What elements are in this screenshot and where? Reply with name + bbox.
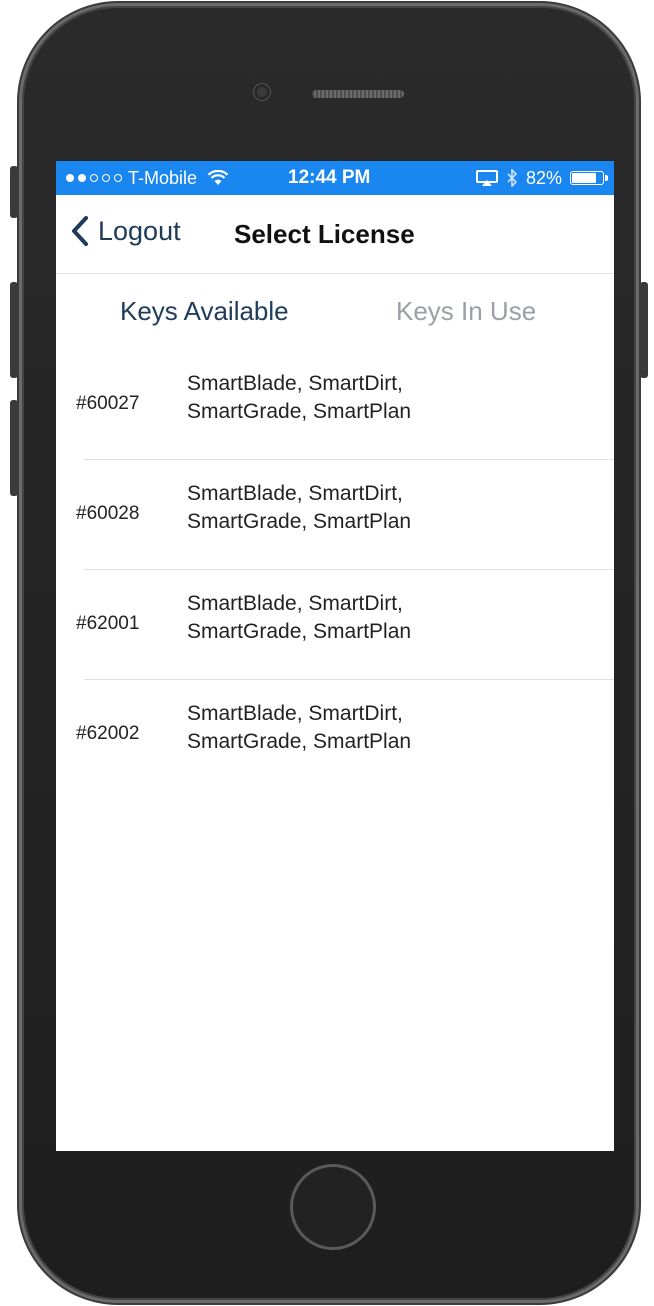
tab-keys-available[interactable]: Keys Available	[120, 296, 289, 327]
modules-line: SmartBlade, SmartDirt,	[187, 482, 403, 505]
signal-dot-icon	[78, 174, 86, 182]
modules-line: SmartGrade, SmartPlan	[187, 730, 412, 753]
airplay-icon	[475, 170, 498, 186]
license-modules: SmartBlade, SmartDirt, SmartGrade, Smart…	[187, 480, 411, 536]
front-camera	[254, 84, 270, 100]
power-button	[640, 282, 648, 378]
license-key: #60028	[76, 503, 140, 524]
license-modules: SmartBlade, SmartDirt, SmartGrade, Smart…	[187, 370, 411, 426]
bluetooth-icon	[507, 169, 518, 187]
volume-up-button	[10, 282, 18, 378]
modules-line: SmartGrade, SmartPlan	[187, 400, 412, 423]
chevron-left-icon	[72, 216, 88, 246]
battery-icon	[570, 171, 608, 185]
segmented-tabs: Keys Available Keys In Use	[56, 274, 614, 350]
mute-switch	[10, 166, 18, 218]
license-row[interactable]: #60028 SmartBlade, SmartDirt, SmartGrade…	[56, 460, 614, 570]
modules-line: SmartBlade, SmartDirt,	[187, 372, 403, 395]
license-key: #60027	[76, 393, 140, 414]
back-label: Logout	[98, 215, 181, 246]
earpiece-speaker	[312, 90, 404, 98]
app-screen: T-Mobile 12:44 PM 82% Logout Select Lice…	[56, 161, 614, 1151]
license-key: #62002	[76, 723, 140, 744]
signal-dot-icon	[102, 174, 110, 182]
license-row[interactable]: #62002 SmartBlade, SmartDirt, SmartGrade…	[56, 680, 614, 790]
battery-percent: 82%	[525, 167, 562, 188]
license-row[interactable]: #60027 SmartBlade, SmartDirt, SmartGrade…	[56, 350, 614, 460]
status-time: 12:44 PM	[288, 167, 371, 188]
home-button[interactable]	[290, 1164, 376, 1250]
license-list: #60027 SmartBlade, SmartDirt, SmartGrade…	[56, 350, 614, 790]
tab-keys-in-use[interactable]: Keys In Use	[396, 296, 536, 327]
license-row[interactable]: #62001 SmartBlade, SmartDirt, SmartGrade…	[56, 570, 614, 680]
signal-dot-icon	[114, 174, 122, 182]
wifi-icon	[207, 170, 229, 185]
page-title: Select License	[234, 219, 415, 249]
modules-line: SmartBlade, SmartDirt,	[187, 592, 403, 615]
modules-line: SmartGrade, SmartPlan	[187, 510, 412, 533]
license-key: #62001	[76, 613, 140, 634]
status-right-icons: 82%	[475, 167, 608, 189]
volume-down-button	[10, 400, 18, 496]
signal-dot-icon	[90, 174, 98, 182]
carrier-name: T-Mobile	[128, 167, 198, 188]
license-modules: SmartBlade, SmartDirt, SmartGrade, Smart…	[187, 590, 411, 646]
signal-dot-icon	[66, 174, 74, 182]
navigation-bar: Logout Select License	[56, 195, 614, 274]
modules-line: SmartBlade, SmartDirt,	[187, 702, 403, 725]
carrier-info: T-Mobile	[66, 168, 229, 189]
status-bar: T-Mobile 12:44 PM 82%	[56, 161, 614, 195]
modules-line: SmartGrade, SmartPlan	[187, 620, 412, 643]
logout-back-button[interactable]: Logout	[70, 215, 181, 247]
license-modules: SmartBlade, SmartDirt, SmartGrade, Smart…	[187, 700, 411, 756]
